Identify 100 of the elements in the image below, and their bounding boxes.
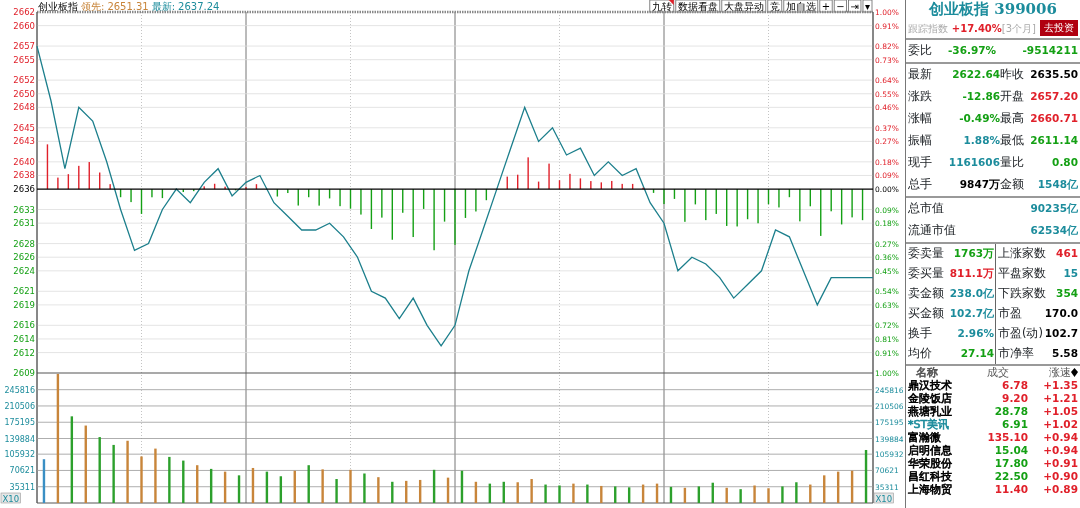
lead-label: 领先: <box>81 1 105 12</box>
volume-bar <box>460 470 464 503</box>
quote-value: 2611.14 <box>1030 133 1078 149</box>
volume-bar <box>864 450 868 503</box>
stock-row[interactable]: 金陵饭店 9.20 +1.21 <box>906 392 1080 405</box>
track-period: [3个月] <box>1001 21 1036 36</box>
stock-price: 9.20 <box>1001 392 1028 405</box>
volume-bar <box>795 482 798 503</box>
stock-row[interactable]: *ST美讯 6.91 +1.02 <box>906 418 1080 431</box>
toolbar-button[interactable]: 九转 <box>649 0 675 13</box>
axis-label: 2652 <box>13 75 35 86</box>
axis-label: 2636 <box>13 184 35 195</box>
stock-name: 燕塘乳业 <box>908 405 952 418</box>
volume-bar <box>809 484 812 503</box>
stock-row[interactable]: 鼎汉技术 6.78 +1.35 <box>906 379 1080 392</box>
quote-value: -12.86 <box>962 89 1000 105</box>
volume-bar <box>600 485 603 503</box>
volume-bar <box>140 456 143 503</box>
axis-label: 70621 <box>9 466 35 476</box>
unit-label: X10 <box>873 492 894 504</box>
quote-value: 2660.71 <box>1030 111 1078 127</box>
toolbar-button[interactable]: − <box>833 0 847 13</box>
volume-bar <box>683 487 687 503</box>
volume-bar <box>349 469 352 503</box>
toolbar-button[interactable]: 数据看盘 <box>675 0 721 13</box>
sort-icon[interactable] <box>1071 368 1078 377</box>
stock-speed: +0.94 <box>1042 444 1078 457</box>
toolbar-button[interactable]: ▾ <box>862 0 873 13</box>
stat-label: 市净率 <box>998 345 1034 363</box>
axis-label: 2614 <box>13 333 35 344</box>
axis-label: 2616 <box>13 320 35 331</box>
quote-value: 1161606 <box>948 155 1000 171</box>
stock-name: *ST美讯 <box>908 418 950 431</box>
volume-bar <box>586 484 589 503</box>
volume-bar <box>251 467 255 503</box>
volume-bar <box>307 465 310 503</box>
volume-bar <box>42 459 46 503</box>
axis-label: 2626 <box>13 252 35 263</box>
stock-speed: +1.35 <box>1042 379 1078 392</box>
volume-bar <box>126 440 129 503</box>
stat-label: 市盈(动) <box>998 325 1043 343</box>
volume-bar <box>739 489 742 503</box>
stock-price: 17.80 <box>993 457 1028 470</box>
stat-value: 170.0 <box>1044 306 1078 322</box>
quote-label: 总手 <box>908 176 932 194</box>
volume-bar <box>753 485 756 503</box>
volume-bar <box>321 469 324 503</box>
stock-name: 华荣股份 <box>908 457 952 470</box>
quote-value: 62534亿 <box>1030 223 1078 239</box>
stock-name: 启明信息 <box>908 444 952 457</box>
stat-label: 卖金额 <box>908 285 944 303</box>
volume-bar <box>725 487 728 503</box>
axis-label: 2643 <box>13 136 35 147</box>
volume-bar <box>182 460 185 503</box>
stat-label: 下跌家数 <box>998 285 1046 303</box>
ratio-difference: -9514211 <box>1022 43 1078 59</box>
quote-value: 2622.64 <box>952 67 1000 83</box>
volume-bar <box>237 475 241 503</box>
stock-name: 昌红科技 <box>908 470 952 483</box>
toolbar-button[interactable]: ⇥ <box>848 0 862 13</box>
stock-row[interactable]: 富瀚微 135.10 +0.94 <box>906 431 1080 444</box>
stat-label: 买金额 <box>908 305 944 323</box>
invest-button[interactable]: 去投资 <box>1040 20 1078 36</box>
axis-label: 2645 <box>13 122 35 133</box>
axis-label: 2624 <box>13 265 35 276</box>
axis-label: 139884 <box>4 434 35 444</box>
stock-speed: +0.94 <box>1042 431 1078 444</box>
stock-speed: +0.90 <box>1042 470 1078 483</box>
stock-row[interactable]: 昌红科技 22.50 +0.90 <box>906 470 1080 483</box>
stock-row[interactable]: 华荣股份 17.80 +0.91 <box>906 457 1080 470</box>
stock-price: 11.40 <box>993 483 1028 496</box>
axis-label: 2621 <box>13 286 35 297</box>
stock-row[interactable]: 上海物贸 11.40 +0.89 <box>906 483 1080 496</box>
track-value: +17.40% <box>951 21 1002 36</box>
quote-value: 90235亿 <box>1030 201 1078 217</box>
quote-value: -0.49% <box>959 111 1000 127</box>
stat-value: 5.58 <box>1052 346 1078 362</box>
volume-bar <box>502 481 505 503</box>
volume-bar <box>836 471 840 503</box>
axis-label: 2660 <box>13 20 35 31</box>
stock-name: 上海物贸 <box>908 483 952 496</box>
stat-label: 委买量 <box>908 265 944 283</box>
toolbar-button[interactable]: 竞 <box>767 0 783 13</box>
stock-name: 富瀚微 <box>908 431 941 444</box>
stat-value: 238.0亿 <box>949 286 994 302</box>
axis-label: 2662 <box>13 7 35 17</box>
stat-value: 354 <box>1056 286 1078 302</box>
stock-row[interactable]: 燕塘乳业 28.78 +1.05 <box>906 405 1080 418</box>
axis-label: 2657 <box>13 41 35 52</box>
quote-label: 流通市值 <box>908 222 956 240</box>
stock-row[interactable]: 启明信息 15.04 +0.94 <box>906 444 1080 457</box>
volume-bar <box>474 481 478 503</box>
volume-bar <box>209 468 213 503</box>
volume-bar <box>767 488 770 503</box>
toolbar-button[interactable]: + <box>819 0 833 13</box>
volume-bar <box>516 482 519 503</box>
column-header: 名称 <box>915 366 939 379</box>
axis-label: 2655 <box>13 54 35 65</box>
volume-bar <box>572 483 575 503</box>
stock-speed: +1.21 <box>1042 392 1078 405</box>
